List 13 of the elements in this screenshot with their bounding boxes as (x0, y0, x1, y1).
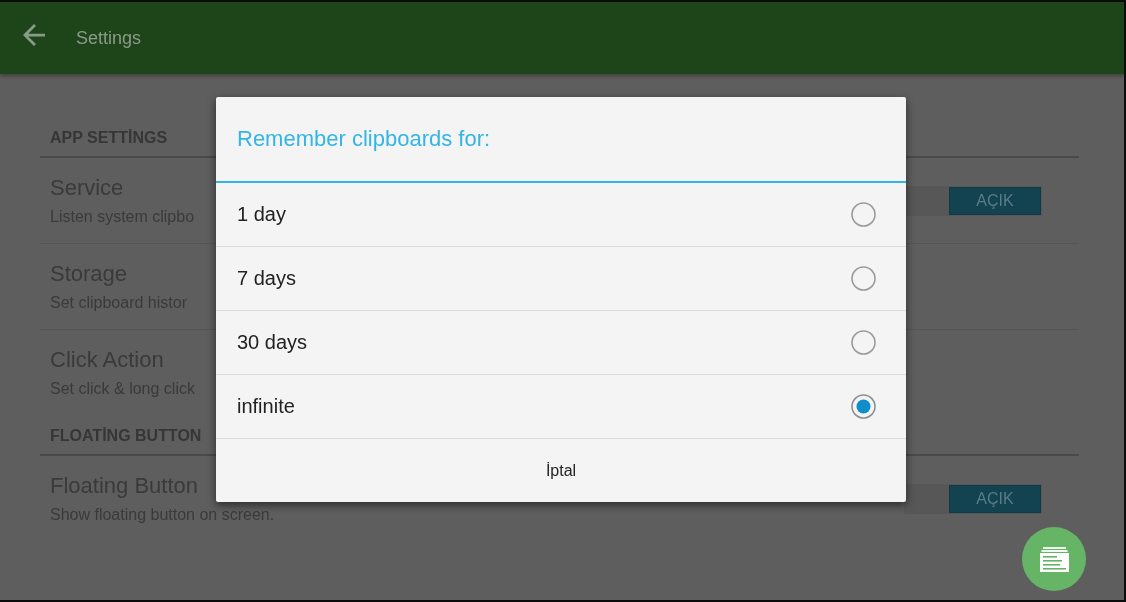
radio-button[interactable] (851, 330, 876, 355)
radio-button[interactable] (851, 266, 876, 291)
radio-button[interactable] (851, 202, 876, 227)
option-label[interactable]: infinite (237, 395, 295, 418)
dialog-title: Remember clipboards for: (237, 126, 491, 152)
app-bar-title: Settings (76, 27, 142, 49)
cancel-button[interactable]: İptal (216, 439, 906, 502)
option-label[interactable]: 7 days (237, 267, 296, 290)
radio-button[interactable] (851, 394, 876, 419)
back-arrow-icon[interactable] (22, 24, 46, 46)
option-label[interactable]: 1 day (237, 203, 286, 226)
option-label[interactable]: 30 days (237, 331, 308, 354)
stacked-cards-icon (1039, 546, 1069, 572)
